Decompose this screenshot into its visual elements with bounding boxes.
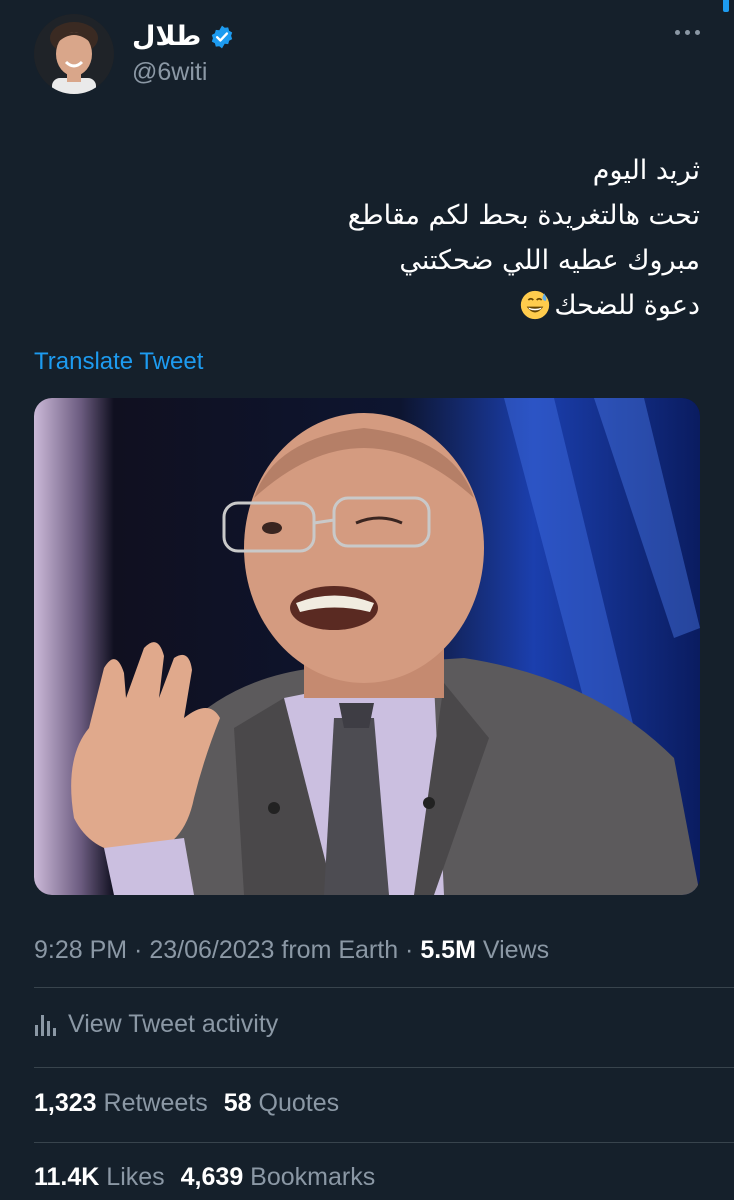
view-tweet-activity-button[interactable]: View Tweet activity (34, 1010, 278, 1039)
grinning-face-with-sweat-emoji-icon (521, 290, 550, 320)
analytics-icon (35, 1014, 56, 1036)
divider (34, 1142, 734, 1143)
retweets-link[interactable]: 1,323 Retweets (34, 1089, 208, 1117)
views-count: 5.5M (420, 936, 476, 964)
bookmarks-count: 4,639 (180, 1163, 244, 1191)
quotes-label: Quotes (251, 1089, 340, 1117)
retweets-label: Retweets (96, 1089, 208, 1117)
view-tweet-activity-label: View Tweet activity (68, 1010, 279, 1038)
tweet-header: طلال @6witi (34, 14, 700, 94)
bookmarks-label: Bookmarks (243, 1163, 376, 1191)
tweet-line-last: دعوة للضحك (60, 283, 700, 328)
likes-link[interactable]: 11.4K Likes (34, 1163, 165, 1191)
tweet-line: تحت هالتغريدة بحط لكم مقاطع (347, 200, 700, 231)
verified-badge-icon (212, 25, 233, 48)
retweet-quote-stats: 1,323 Retweets 58 Quotes (34, 1089, 339, 1118)
retweets-count: 1,323 (34, 1089, 97, 1117)
bookmarks-link[interactable]: 4,639 Bookmarks (181, 1163, 376, 1191)
display-name[interactable]: طلال (132, 21, 201, 52)
tweet-meta: 9:28 PM · 23/06/2023 from Earth · 5.5M V… (34, 936, 549, 965)
tweet-line: مبروك عطيه اللي ضحكتني (399, 245, 700, 276)
views-label: Views (475, 936, 550, 964)
divider (34, 987, 734, 988)
user-handle[interactable]: @6witi (132, 58, 207, 87)
tweet-time[interactable]: 9:28 PM (34, 936, 127, 964)
tweet-source: from Earth (274, 936, 399, 964)
quotes-count: 58 (223, 1089, 252, 1117)
divider (34, 1067, 734, 1068)
likes-label: Likes (99, 1163, 165, 1191)
tweet-text: ثريد اليوم تحت هالتغريدة بحط لكم مقاطع م… (60, 148, 700, 328)
likes-bookmarks-stats: 11.4K Likes 4,639 Bookmarks (34, 1163, 375, 1192)
tweet-line: ثريد اليوم (592, 155, 700, 186)
tweet-photo[interactable] (34, 398, 700, 895)
tweet-line: دعوة للضحك (554, 290, 700, 321)
scroll-indicator (723, 0, 729, 12)
meta-separator: · (398, 936, 421, 964)
likes-count: 11.4K (34, 1163, 100, 1191)
tweet-date[interactable]: 23/06/2023 (149, 936, 274, 964)
translate-tweet-link[interactable]: Translate Tweet (34, 348, 203, 376)
more-options-icon[interactable] (675, 30, 700, 35)
quotes-link[interactable]: 58 Quotes (224, 1089, 339, 1117)
avatar[interactable] (34, 14, 114, 94)
meta-separator: · (127, 936, 150, 964)
